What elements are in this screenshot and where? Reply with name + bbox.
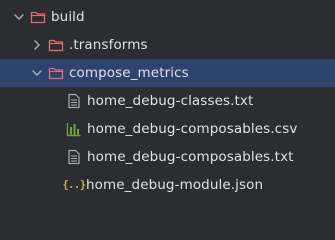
folder-excluded-icon: [48, 65, 64, 81]
tree-file-module-json[interactable]: {..} home_debug-module.json: [0, 171, 335, 199]
csv-chart-icon: [66, 121, 82, 137]
tree-node-label: home_debug-module.json: [86, 177, 264, 193]
chevron-down-icon[interactable]: [30, 66, 44, 80]
text-file-icon: [66, 149, 82, 165]
tree-node-label: home_debug-composables.txt: [87, 149, 294, 165]
tree-node-label: .transforms: [69, 37, 148, 53]
folder-excluded-icon: [48, 37, 64, 53]
tree-node-label: build: [51, 9, 85, 25]
chevron-down-icon[interactable]: [12, 10, 26, 24]
tree-node-label: home_debug-classes.txt: [87, 93, 254, 109]
tree-node-label: home_debug-composables.csv: [87, 121, 298, 137]
tree-file-classes-txt[interactable]: home_debug-classes.txt: [0, 87, 335, 115]
tree-node-transforms[interactable]: .transforms: [0, 31, 335, 59]
json-braces-icon: {..}: [62, 179, 86, 191]
tree-file-composables-txt[interactable]: home_debug-composables.txt: [0, 143, 335, 171]
tree-node-label: compose_metrics: [69, 65, 189, 81]
text-file-icon: [66, 93, 82, 109]
tree-node-build[interactable]: build: [0, 3, 335, 31]
project-tree: build .transforms compose_metrics home_d…: [0, 0, 335, 205]
chevron-right-icon[interactable]: [30, 38, 44, 52]
folder-excluded-icon: [30, 9, 46, 25]
tree-file-composables-csv[interactable]: home_debug-composables.csv: [0, 115, 335, 143]
tree-node-compose-metrics[interactable]: compose_metrics: [0, 59, 335, 87]
